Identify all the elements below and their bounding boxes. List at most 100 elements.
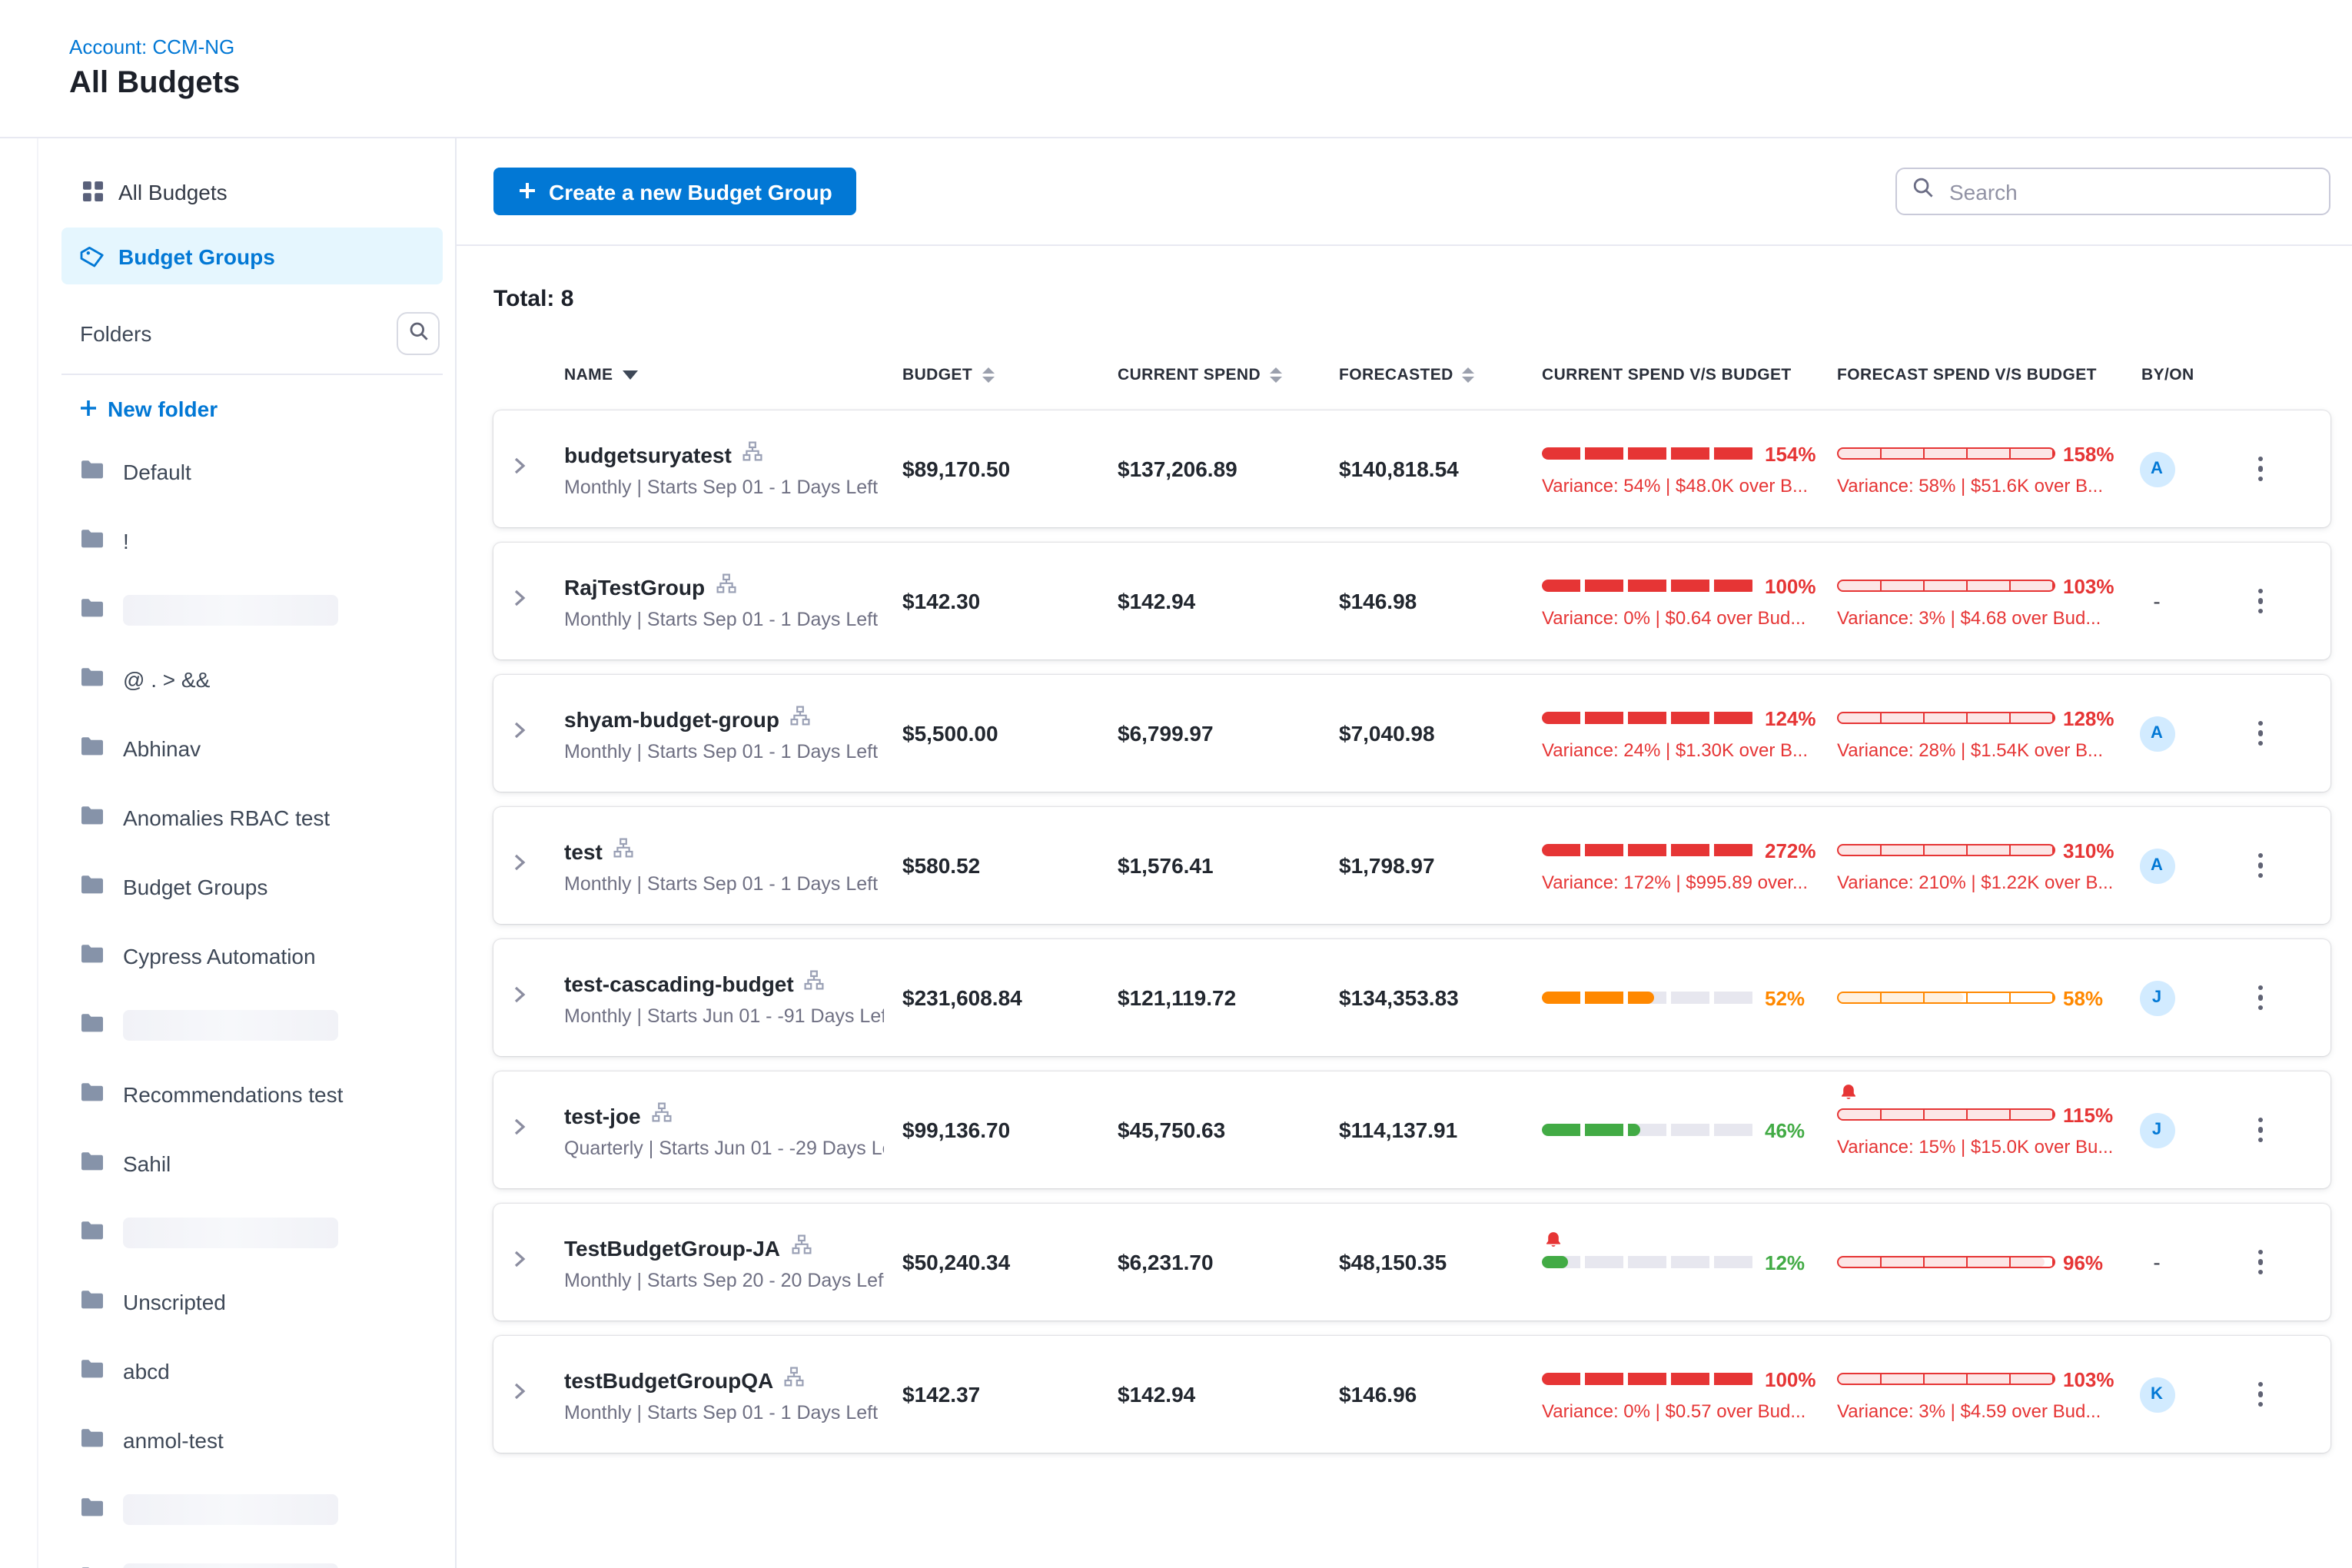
account-breadcrumb[interactable]: Account: CCM-NG bbox=[69, 35, 2352, 58]
table-row[interactable]: TestBudgetGroup-JA Monthly | Starts Sep … bbox=[493, 1204, 2330, 1321]
sidebar-item-budget-groups[interactable]: Budget Groups bbox=[61, 228, 443, 284]
current-vs-budget-percent: 46% bbox=[1765, 1118, 1805, 1141]
folder-item[interactable]: @ . > && bbox=[61, 644, 443, 713]
row-menu-button[interactable] bbox=[2249, 580, 2273, 623]
budget-group-name[interactable]: test-joe bbox=[564, 1103, 641, 1128]
budget-period: Quarterly | Starts Jun 01 - -29 Days Lef… bbox=[564, 1137, 884, 1158]
row-menu-button[interactable] bbox=[2249, 712, 2273, 756]
loading-skeleton bbox=[123, 1493, 338, 1524]
folder-icon bbox=[80, 459, 105, 483]
table-row[interactable]: test-cascading-budget Monthly | Starts J… bbox=[493, 939, 2330, 1056]
folder-item[interactable]: anmol-test bbox=[61, 1405, 443, 1474]
column-header-budget[interactable]: BUDGET bbox=[884, 366, 1099, 384]
toolbar: Create a new Budget Group bbox=[457, 138, 2352, 246]
budget-group-name[interactable]: test-cascading-budget bbox=[564, 971, 794, 995]
main-content: Create a new Budget Group Total: 8 NAME … bbox=[457, 138, 2352, 1568]
forecast-vs-budget-percent: 96% bbox=[2063, 1251, 2103, 1274]
row-menu-button[interactable] bbox=[2249, 1241, 2273, 1284]
alert-bell-icon bbox=[1545, 1229, 1562, 1249]
forecast-vs-budget-cell: 58% bbox=[1819, 986, 2123, 1009]
by-on-cell: - bbox=[2123, 589, 2191, 613]
folder-name: Default bbox=[123, 459, 191, 483]
group-hierarchy-icon bbox=[805, 969, 825, 997]
group-hierarchy-icon bbox=[716, 573, 736, 600]
row-menu-button[interactable] bbox=[2249, 447, 2273, 491]
budget-group-name[interactable]: budgetsuryatest bbox=[564, 442, 732, 467]
current-vs-budget-percent: 154% bbox=[1765, 442, 1816, 465]
row-menu-button[interactable] bbox=[2249, 976, 2273, 1020]
sort-icon bbox=[1463, 367, 1475, 383]
budget-amount: $99,136.70 bbox=[884, 1118, 1099, 1142]
folder-item[interactable]: Cypress Automation bbox=[61, 921, 443, 990]
folder-search-button[interactable] bbox=[397, 312, 440, 355]
expand-chevron-icon[interactable] bbox=[513, 455, 526, 483]
row-menu-button[interactable] bbox=[2249, 1108, 2273, 1152]
budget-group-name[interactable]: RajTestGroup bbox=[564, 574, 705, 599]
forecasted-amount: $134,353.83 bbox=[1321, 985, 1523, 1010]
folder-item[interactable]: Sahil bbox=[61, 1128, 443, 1198]
expand-chevron-icon[interactable] bbox=[513, 719, 526, 747]
budget-group-name[interactable]: testBudgetGroupQA bbox=[564, 1367, 773, 1392]
budget-amount: $142.30 bbox=[884, 589, 1099, 613]
table-row[interactable]: test Monthly | Starts Sep 01 - 1 Days Le… bbox=[493, 807, 2330, 924]
forecast-vs-budget-bar bbox=[1837, 844, 2055, 856]
forecast-vs-budget-cell: 96% bbox=[1819, 1251, 2123, 1274]
current-vs-budget-percent: 100% bbox=[1765, 1367, 1816, 1390]
search-icon bbox=[408, 321, 428, 346]
row-menu-button[interactable] bbox=[2249, 844, 2273, 888]
grid-icon bbox=[80, 180, 105, 203]
column-header-name[interactable]: NAME bbox=[546, 366, 884, 384]
column-header-current-spend[interactable]: CURRENT SPEND bbox=[1099, 366, 1321, 384]
budget-group-name[interactable]: shyam-budget-group bbox=[564, 706, 779, 731]
current-spend: $142.94 bbox=[1099, 589, 1321, 613]
sort-icon bbox=[1270, 367, 1282, 383]
table-row[interactable]: RajTestGroup Monthly | Starts Sep 01 - 1… bbox=[493, 543, 2330, 659]
budget-amount: $231,608.84 bbox=[884, 985, 1099, 1010]
forecast-vs-budget-bar bbox=[1837, 1256, 2055, 1268]
expand-chevron-icon[interactable] bbox=[513, 1380, 526, 1408]
table-row[interactable]: shyam-budget-group Monthly | Starts Sep … bbox=[493, 675, 2330, 792]
table-row[interactable]: budgetsuryatest Monthly | Starts Sep 01 … bbox=[493, 410, 2330, 527]
folder-item[interactable]: ! bbox=[61, 506, 443, 575]
column-header-forecasted[interactable]: FORECASTED bbox=[1321, 366, 1523, 384]
forecast-vs-budget-percent: 58% bbox=[2063, 986, 2103, 1009]
folder-icon bbox=[80, 1427, 105, 1452]
by-on-cell: J bbox=[2123, 980, 2191, 1015]
create-budget-group-button[interactable]: Create a new Budget Group bbox=[493, 168, 857, 215]
row-menu-button[interactable] bbox=[2249, 1373, 2273, 1417]
folder-icon bbox=[80, 1289, 105, 1314]
budget-group-name[interactable]: TestBudgetGroup-JA bbox=[564, 1235, 780, 1260]
current-vs-budget-bar bbox=[1542, 1256, 1757, 1268]
folder-item[interactable]: Default bbox=[61, 437, 443, 506]
new-folder-button[interactable]: New folder bbox=[61, 381, 443, 437]
folder-item[interactable]: Budget Groups bbox=[61, 852, 443, 921]
forecast-vs-budget-bar bbox=[1837, 1108, 2055, 1121]
folder-list: Default ! @ . > && Abhinav Anomalies RBA… bbox=[61, 437, 443, 1568]
folder-icon bbox=[80, 736, 105, 760]
expand-chevron-icon[interactable] bbox=[513, 587, 526, 615]
folder-item[interactable]: Recommendations test bbox=[61, 1059, 443, 1128]
folder-item[interactable]: Unscripted bbox=[61, 1267, 443, 1336]
sidebar-item-label: Budget Groups bbox=[118, 244, 275, 268]
table-row[interactable]: testBudgetGroupQA Monthly | Starts Sep 0… bbox=[493, 1336, 2330, 1453]
budget-group-name[interactable]: test bbox=[564, 839, 603, 863]
budget-period: Monthly | Starts Sep 01 - 1 Days Left bbox=[564, 872, 884, 894]
folder-item[interactable]: Anomalies RBAC test bbox=[61, 782, 443, 852]
search-input[interactable] bbox=[1946, 178, 2314, 205]
sidebar-item-all-budgets[interactable]: All Budgets bbox=[61, 163, 443, 220]
expand-chevron-icon[interactable] bbox=[513, 1248, 526, 1276]
expand-chevron-icon[interactable] bbox=[513, 852, 526, 879]
expand-chevron-icon[interactable] bbox=[513, 1116, 526, 1144]
expand-chevron-icon[interactable] bbox=[513, 984, 526, 1012]
search-box bbox=[1895, 168, 2330, 215]
folder-item[interactable]: Abhinav bbox=[61, 713, 443, 782]
current-spend: $6,231.70 bbox=[1099, 1250, 1321, 1274]
group-hierarchy-icon bbox=[784, 1366, 804, 1394]
current-vs-budget-cell: 124% Variance: 24% | $1.30K over B... bbox=[1523, 706, 1819, 760]
folder-item[interactable]: abcd bbox=[61, 1336, 443, 1405]
budget-amount: $5,500.00 bbox=[884, 721, 1099, 746]
page-header: Account: CCM-NG All Budgets bbox=[0, 0, 2352, 138]
table-row[interactable]: test-joe Quarterly | Starts Jun 01 - -29… bbox=[493, 1071, 2330, 1188]
forecast-vs-budget-bar bbox=[1837, 712, 2055, 724]
forecast-vs-budget-percent: 115% bbox=[2063, 1103, 2113, 1126]
